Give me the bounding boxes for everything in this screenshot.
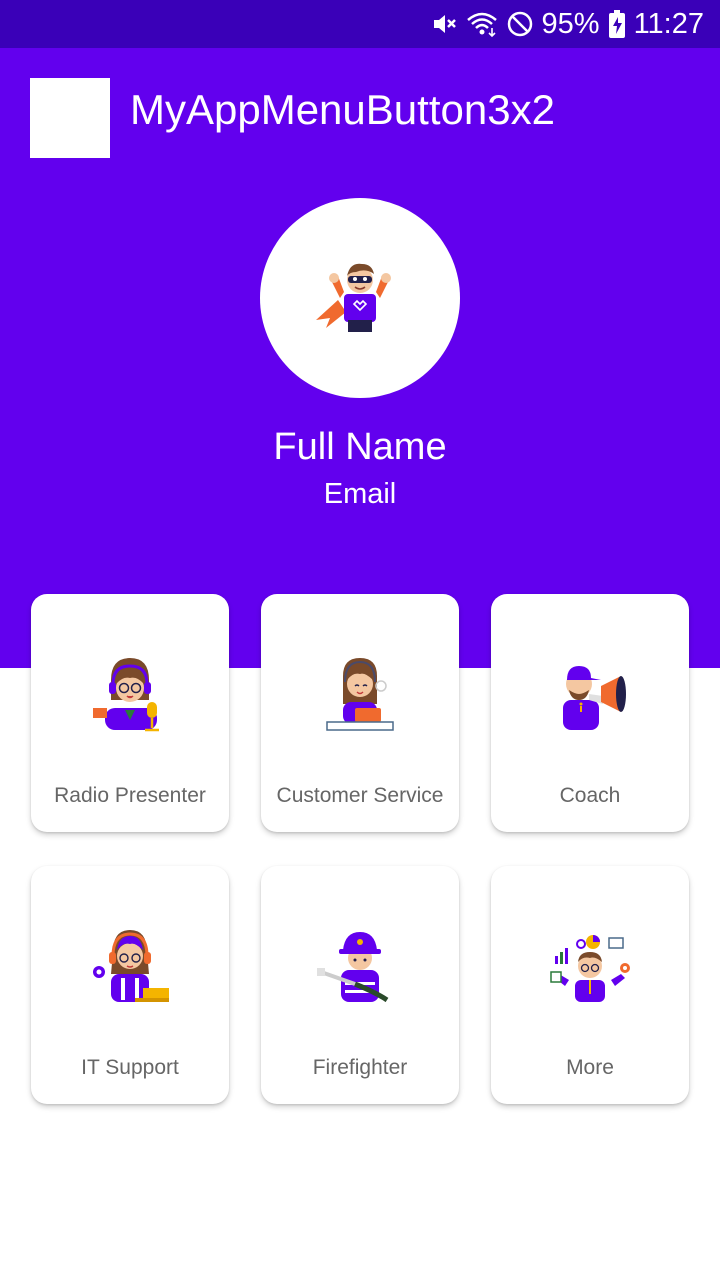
status-icons: 95% 11:27	[430, 0, 704, 48]
firefighter-icon	[317, 932, 389, 1003]
menu-card-label: IT Support	[81, 1056, 179, 1079]
clock: 11:27	[633, 8, 704, 40]
menu-card-it-support[interactable]: IT Support	[31, 866, 229, 1104]
superhero-avatar-icon	[316, 263, 391, 332]
profile-email: Email	[323, 478, 397, 510]
more-icon	[550, 935, 630, 1002]
wifi-icon	[466, 10, 498, 38]
mute-icon	[430, 10, 458, 38]
profile-header: MyAppMenuButton3x2 Full Name Email	[0, 48, 720, 668]
radio-presenter-icon	[93, 658, 159, 732]
menu-card-more[interactable]: More	[491, 866, 689, 1104]
avatar[interactable]	[260, 198, 460, 398]
menu-card-label: Firefighter	[312, 1056, 408, 1079]
menu-card-customer-service[interactable]: Customer Service	[261, 594, 459, 832]
profile-full-name: Full Name	[273, 426, 447, 468]
coach-icon	[563, 666, 626, 730]
status-bar: 95% 11:27	[0, 0, 720, 48]
battery-charging-icon	[608, 9, 626, 39]
menu-card-label: Customer Service	[276, 784, 444, 807]
blocked-icon	[506, 10, 534, 38]
menu-card-radio-presenter[interactable]: Radio Presenter	[31, 594, 229, 832]
menu-card-label: More	[566, 1056, 614, 1079]
customer-service-icon	[326, 658, 394, 731]
app-title: MyAppMenuButton3x2	[130, 86, 555, 133]
it-support-icon	[93, 930, 169, 1002]
menu-card-coach[interactable]: Coach	[491, 594, 689, 832]
menu-card-label: Radio Presenter	[54, 784, 206, 807]
battery-percent: 95%	[541, 8, 600, 40]
menu-card-firefighter[interactable]: Firefighter	[261, 866, 459, 1104]
menu-card-label: Coach	[559, 784, 621, 807]
app-logo	[30, 78, 110, 158]
